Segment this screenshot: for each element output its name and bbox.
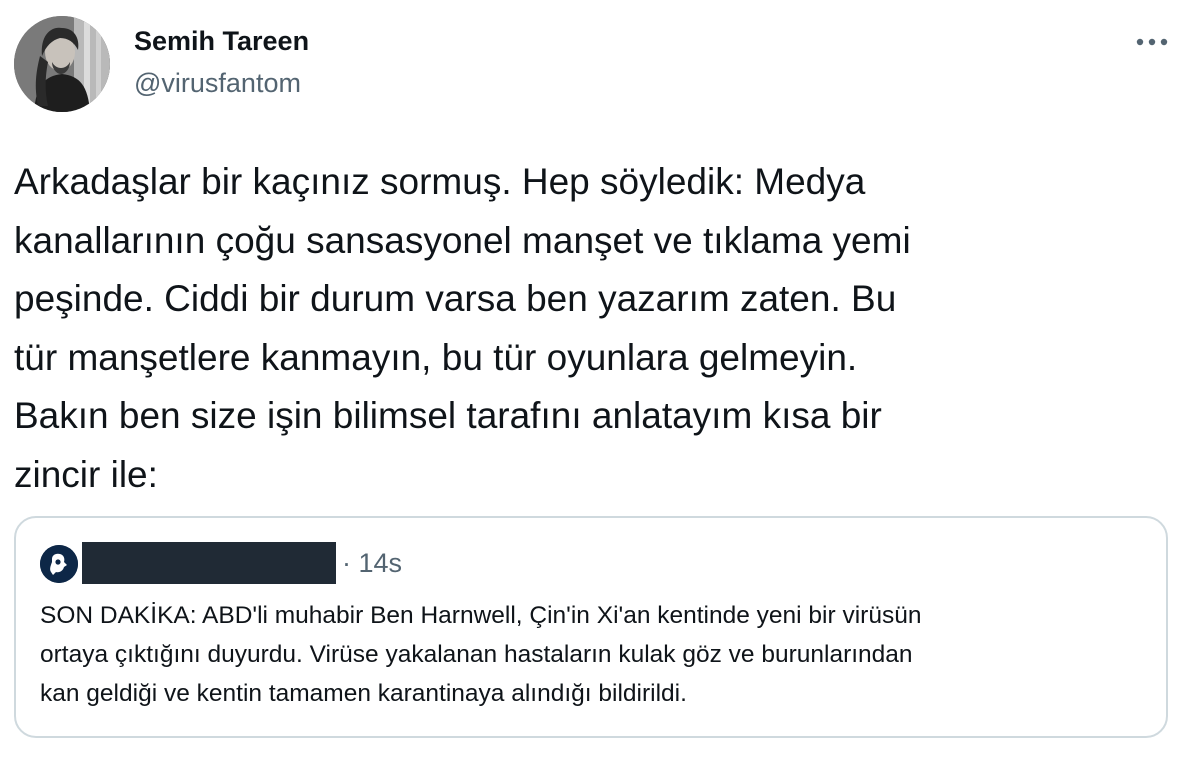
quoted-tweet-card[interactable]: · 14s SON DAKİKA: ABD'li muhabir Ben Har… — [14, 516, 1168, 738]
quoted-tweet-time[interactable]: · 14s — [342, 548, 402, 579]
author-display-name[interactable]: Semih Tareen — [134, 26, 309, 57]
more-options-button[interactable] — [1130, 26, 1174, 58]
account-avatar-icon — [40, 545, 78, 583]
author-handle[interactable]: @virusfantom — [134, 68, 301, 99]
quoted-author-avatar[interactable] — [40, 545, 78, 583]
more-options-icon — [1136, 38, 1168, 46]
redacted-author-name — [82, 542, 336, 584]
tweet-text: Arkadaşlar bir kaçınız sormuş. Hep söyle… — [14, 161, 911, 495]
tweet-view: Semih Tareen @virusfantom Arkadaşlar bir… — [0, 0, 1200, 765]
author-avatar[interactable] — [14, 16, 110, 112]
user-photo-avatar — [14, 16, 110, 112]
quoted-tweet-text: SON DAKİKA: ABD'li muhabir Ben Harnwell,… — [40, 602, 922, 707]
